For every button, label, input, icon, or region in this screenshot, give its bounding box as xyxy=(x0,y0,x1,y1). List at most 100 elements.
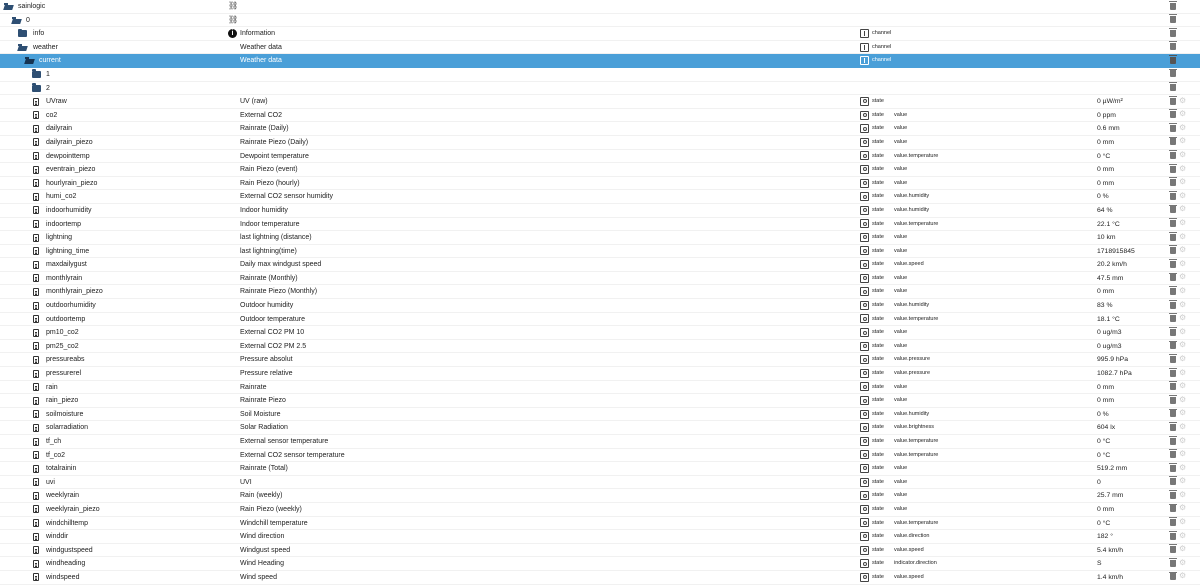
state-value[interactable]: 0 °C xyxy=(1097,150,1167,164)
table-row-eventrain_piezo[interactable]: eventrain_piezo Rain Piezo (event) state… xyxy=(0,163,1200,177)
gear-icon[interactable]: ⚙ xyxy=(1179,504,1187,512)
table-row-tf_ch[interactable]: tf_ch External sensor temperature state … xyxy=(0,435,1200,449)
trash-icon[interactable] xyxy=(1169,299,1177,309)
table-row-dailyrain[interactable]: dailyrain Rainrate (Daily) state value 0… xyxy=(0,122,1200,136)
gear-icon[interactable]: ⚙ xyxy=(1179,110,1187,118)
folder-icon[interactable] xyxy=(32,69,41,78)
table-row-outdoortemp[interactable]: outdoortemp Outdoor temperature state va… xyxy=(0,313,1200,327)
table-row-weeklyrain_piezo[interactable]: weeklyrain_piezo Rain Piezo (weekly) sta… xyxy=(0,503,1200,517)
trash-icon[interactable] xyxy=(1169,340,1177,350)
table-row-rain_piezo[interactable]: rain_piezo Rainrate Piezo state value 0 … xyxy=(0,394,1200,408)
state-value[interactable]: 1718915845 xyxy=(1097,245,1167,259)
trash-icon[interactable] xyxy=(1169,476,1177,486)
state-value[interactable]: 0 °C xyxy=(1097,449,1167,463)
trash-icon[interactable] xyxy=(1169,367,1177,377)
state-value[interactable]: 1.4 km/h xyxy=(1097,571,1167,585)
state-value[interactable]: 0 mm xyxy=(1097,163,1167,177)
gear-icon[interactable]: ⚙ xyxy=(1179,531,1187,540)
table-row-outdoorhumidity[interactable]: outdoorhumidity Outdoor humidity state v… xyxy=(0,299,1200,313)
trash-icon[interactable] xyxy=(1169,462,1177,472)
state-value[interactable]: 5.4 km/h xyxy=(1097,544,1167,558)
state-value[interactable]: 20.2 km/h xyxy=(1097,258,1167,272)
gear-icon[interactable]: ⚙ xyxy=(1179,96,1187,105)
state-value[interactable]: 0 ug/m3 xyxy=(1097,340,1167,354)
trash-icon[interactable] xyxy=(1169,544,1177,554)
trash-icon[interactable] xyxy=(1169,27,1177,37)
state-value[interactable]: 0 ppm xyxy=(1097,109,1167,123)
trash-icon[interactable] xyxy=(1169,136,1177,146)
state-value[interactable]: 0 ug/m3 xyxy=(1097,326,1167,340)
state-value[interactable]: 0 µW/m² xyxy=(1097,95,1167,109)
table-row-windgustspeed[interactable]: windgustspeed Windgust speed state value… xyxy=(0,544,1200,558)
table-row-soilmoisture[interactable]: soilmoisture Soil Moisture state value.h… xyxy=(0,408,1200,422)
table-row-maxdailygust[interactable]: maxdailygust Daily max windgust speed st… xyxy=(0,258,1200,272)
gear-icon[interactable]: ⚙ xyxy=(1179,463,1187,472)
gear-icon[interactable]: ⚙ xyxy=(1179,137,1187,145)
gear-icon[interactable]: ⚙ xyxy=(1179,490,1187,499)
gear-icon[interactable]: ⚙ xyxy=(1179,286,1187,295)
trash-icon[interactable] xyxy=(1169,490,1177,499)
state-value[interactable]: 519.2 mm xyxy=(1097,462,1167,476)
trash-icon[interactable] xyxy=(1169,218,1177,227)
state-value[interactable]: 83 % xyxy=(1097,299,1167,313)
trash-icon[interactable] xyxy=(1169,245,1177,255)
state-value[interactable]: 10 km xyxy=(1097,231,1167,245)
table-row-UVraw[interactable]: UVraw UV (raw) state 0 µW/m² ⚙ xyxy=(0,95,1200,109)
gear-icon[interactable]: ⚙ xyxy=(1179,205,1187,213)
trash-icon[interactable] xyxy=(1169,82,1177,92)
gear-icon[interactable]: ⚙ xyxy=(1179,477,1187,485)
table-row-windheading[interactable]: windheading Wind Heading state indicator… xyxy=(0,557,1200,571)
trash-icon[interactable] xyxy=(1169,313,1177,323)
tree-row-folder-2[interactable]: 2 xyxy=(0,82,1200,96)
state-value[interactable]: 0 mm xyxy=(1097,136,1167,150)
gear-icon[interactable]: ⚙ xyxy=(1179,300,1187,309)
gear-icon[interactable]: ⚙ xyxy=(1179,151,1187,159)
state-value[interactable]: 0 mm xyxy=(1097,381,1167,395)
gear-icon[interactable]: ⚙ xyxy=(1179,191,1187,200)
trash-icon[interactable] xyxy=(1169,68,1177,78)
trash-icon[interactable] xyxy=(1169,95,1177,105)
tree-row-folder-1[interactable]: 1 xyxy=(0,68,1200,82)
gear-icon[interactable]: ⚙ xyxy=(1179,354,1187,363)
gear-icon[interactable]: ⚙ xyxy=(1179,545,1187,553)
trash-icon[interactable] xyxy=(1169,558,1177,567)
state-value[interactable]: 0 mm xyxy=(1097,394,1167,408)
trash-icon[interactable] xyxy=(1169,517,1177,527)
gear-icon[interactable]: ⚙ xyxy=(1179,436,1187,445)
table-row-lightning[interactable]: lightning last lightning (distance) stat… xyxy=(0,231,1200,245)
tree-row-info[interactable]: info i Information channel xyxy=(0,27,1200,41)
trash-icon[interactable] xyxy=(1169,571,1177,581)
state-value[interactable]: 0 °C xyxy=(1097,517,1167,531)
gear-icon[interactable]: ⚙ xyxy=(1179,164,1187,173)
table-row-rain[interactable]: rain Rainrate state value 0 mm ⚙ xyxy=(0,381,1200,395)
table-row-pm10_co2[interactable]: pm10_co2 External CO2 PM 10 state value … xyxy=(0,326,1200,340)
gear-icon[interactable]: ⚙ xyxy=(1179,395,1187,404)
gear-icon[interactable]: ⚙ xyxy=(1179,450,1187,458)
gear-icon[interactable]: ⚙ xyxy=(1179,422,1187,431)
state-value[interactable]: 25.7 mm xyxy=(1097,489,1167,503)
gear-icon[interactable]: ⚙ xyxy=(1179,409,1187,417)
trash-icon[interactable] xyxy=(1169,354,1177,363)
trash-icon[interactable] xyxy=(1169,14,1177,24)
gear-icon[interactable]: ⚙ xyxy=(1179,518,1187,526)
trash-icon[interactable] xyxy=(1169,150,1177,160)
trash-icon[interactable] xyxy=(1169,286,1177,295)
table-row-pm25_co2[interactable]: pm25_co2 External CO2 PM 2.5 state value… xyxy=(0,340,1200,354)
table-row-totalrainin[interactable]: totalrainin Rainrate (Total) state value… xyxy=(0,462,1200,476)
table-row-co2[interactable]: co2 External CO2 state value 0 ppm ⚙ xyxy=(0,109,1200,123)
state-value[interactable]: 0 mm xyxy=(1097,285,1167,299)
table-row-indoortemp[interactable]: indoortemp Indoor temperature state valu… xyxy=(0,218,1200,232)
state-value[interactable]: 604 lx xyxy=(1097,421,1167,435)
table-row-tf_co2[interactable]: tf_co2 External CO2 sensor temperature s… xyxy=(0,449,1200,463)
state-value[interactable]: 18.1 °C xyxy=(1097,313,1167,327)
folder-open-icon[interactable] xyxy=(25,57,35,64)
table-row-weeklyrain[interactable]: weeklyrain Rain (weekly) state value 25.… xyxy=(0,489,1200,503)
gear-icon[interactable]: ⚙ xyxy=(1179,219,1187,227)
trash-icon[interactable] xyxy=(1169,109,1177,119)
gear-icon[interactable]: ⚙ xyxy=(1179,368,1187,377)
trash-icon[interactable] xyxy=(1169,435,1177,445)
trash-icon[interactable] xyxy=(1169,41,1177,51)
tree-row-current[interactable]: current Weather data channel xyxy=(0,54,1200,68)
state-value[interactable]: 182 ° xyxy=(1097,530,1167,544)
table-row-monthlyrain_piezo[interactable]: monthlyrain_piezo Rainrate Piezo (Monthl… xyxy=(0,285,1200,300)
